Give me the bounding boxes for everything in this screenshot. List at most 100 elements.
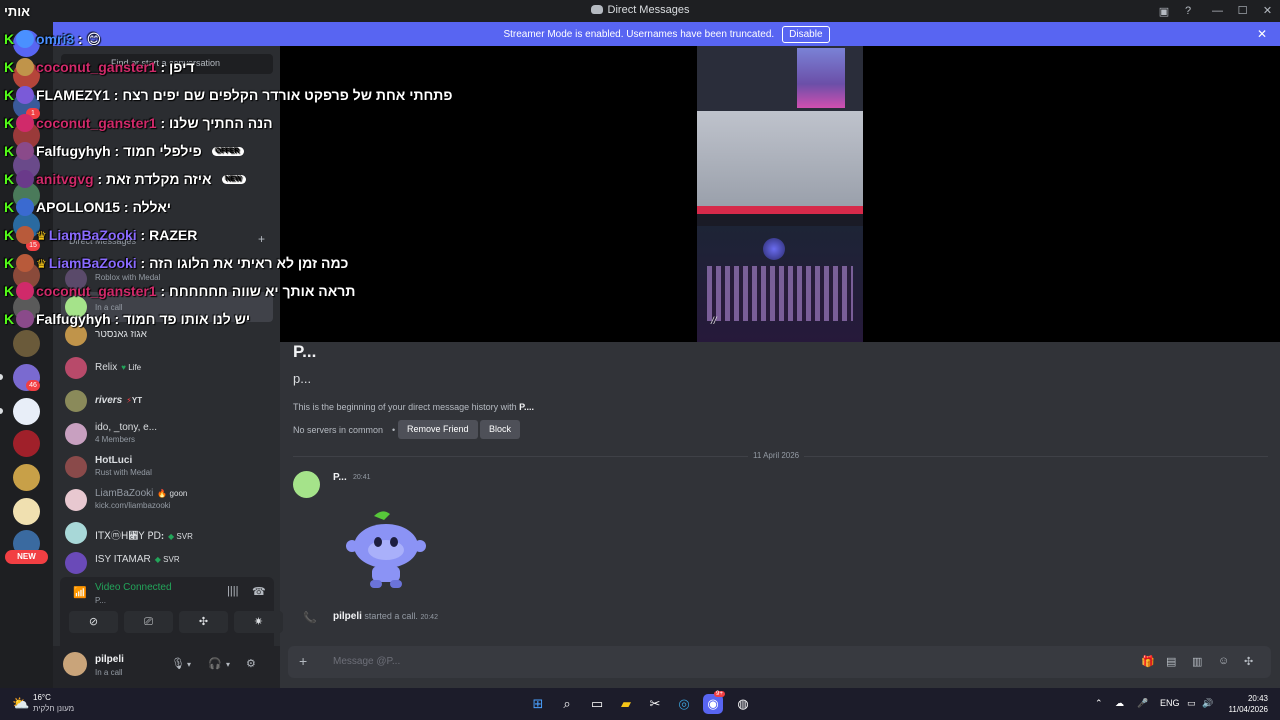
screen-share-button[interactable]: ⎚ bbox=[124, 611, 173, 633]
user-name[interactable]: pilpeli bbox=[95, 654, 124, 665]
new-servers-pill[interactable]: NEW bbox=[5, 550, 48, 564]
weather-icon[interactable]: ⛅ bbox=[12, 695, 29, 712]
dm-item[interactable]: ido, _tony, e... 4 Members bbox=[61, 419, 273, 449]
camera-off-icon: ⊘ bbox=[88, 616, 99, 628]
weather-temp[interactable]: 16°C bbox=[33, 693, 51, 702]
voice-status[interactable]: Video Connected bbox=[95, 582, 172, 593]
inbox-icon[interactable]: ▣ bbox=[1152, 5, 1176, 18]
dm-item[interactable]: ISY ITAMAR ◆ SVR bbox=[61, 548, 273, 578]
cloud-icon[interactable]: ☁ bbox=[1115, 698, 1124, 709]
sticker-icon[interactable]: ▥ bbox=[1192, 655, 1202, 668]
emoji-icon[interactable]: ☺ bbox=[1218, 655, 1229, 667]
start-icon[interactable]: ⊞ bbox=[528, 694, 548, 714]
remove-friend-button[interactable]: Remove Friend bbox=[398, 420, 478, 439]
overlay-message: : יאללה bbox=[120, 199, 172, 215]
message-author[interactable]: P... bbox=[333, 472, 347, 483]
apps-icon[interactable]: ✣ bbox=[1244, 655, 1253, 668]
soundboard-button[interactable]: ✷ bbox=[234, 611, 283, 633]
dm-sub: kick.com/liambazooki bbox=[95, 501, 171, 510]
message-input[interactable]: Message @P... bbox=[333, 656, 400, 667]
dm-name-text: LiamBaZooki bbox=[95, 488, 154, 499]
attach-plus-icon[interactable]: + bbox=[299, 653, 307, 669]
chevron-down-icon[interactable]: ▾ bbox=[187, 660, 191, 669]
help-icon[interactable]: ? bbox=[1176, 5, 1200, 17]
discord-icon[interactable]: ◉ bbox=[703, 694, 723, 714]
search-icon[interactable]: ⌕ bbox=[557, 694, 577, 714]
overlay-username: FLAMEZY1 bbox=[36, 87, 110, 103]
display-icon[interactable]: ▭ bbox=[1187, 698, 1196, 709]
user-avatar[interactable] bbox=[63, 652, 87, 676]
overlay-avatar bbox=[16, 142, 34, 160]
capcut-icon[interactable]: ✂ bbox=[645, 694, 665, 714]
clock[interactable]: 20:43 11/04/2026 bbox=[1229, 693, 1268, 715]
dm-tag-text: goon bbox=[169, 489, 188, 498]
dm-name: Relix ♥ Life bbox=[95, 362, 141, 373]
block-button[interactable]: Block bbox=[480, 420, 521, 439]
chrome-icon[interactable]: ◍ bbox=[733, 694, 753, 714]
minimize-button[interactable]: — bbox=[1205, 0, 1230, 22]
crown-icon: ♛ bbox=[36, 229, 47, 243]
overlay-username: omri3 bbox=[36, 31, 75, 47]
signal-icon[interactable]: 📶 bbox=[73, 586, 87, 599]
taskbar: ⛅ 16°C מעונן חלקית ⊞ ⌕ ▭ ▰ ✂ ◎ ◉ 9+ ◍ ⌃ … bbox=[0, 688, 1280, 720]
camera-off-button[interactable]: ⊘ bbox=[69, 611, 118, 633]
overlay-message: : הנה החתיך שלנו bbox=[156, 115, 273, 131]
call-user[interactable]: pilpeli bbox=[333, 611, 362, 622]
overlay-avatar bbox=[16, 86, 34, 104]
avatar bbox=[65, 489, 87, 511]
dm-item[interactable]: HotLuci Rust with Medal bbox=[61, 452, 273, 482]
settings-gear-icon[interactable]: ⚙ bbox=[246, 657, 256, 670]
kick-icon: K bbox=[4, 255, 15, 271]
overlay-chat-line: K FLAMEZY1 : פתחתי אחת של פרפקט אורדר הקל… bbox=[4, 86, 452, 106]
separator-dot: • bbox=[392, 425, 396, 435]
keyboard-image bbox=[707, 266, 853, 321]
gif-icon[interactable]: ▤ bbox=[1166, 655, 1176, 668]
language-indicator[interactable]: ENG bbox=[1160, 698, 1180, 708]
server-icon[interactable] bbox=[13, 464, 40, 491]
maximize-button[interactable]: ☐ bbox=[1230, 0, 1255, 22]
overlay-chat-line: Komri3 : 😊 bbox=[4, 30, 101, 50]
mic-tray-icon[interactable]: 🎤 bbox=[1137, 698, 1148, 709]
server-icon[interactable] bbox=[13, 430, 40, 457]
overlay-title: אותי bbox=[4, 4, 31, 19]
profile-handle: p... bbox=[293, 371, 312, 386]
dm-name-text: ISY ITAMAR bbox=[95, 554, 151, 565]
edge-icon[interactable]: ◎ bbox=[674, 694, 694, 714]
dm-item[interactable]: ꓲꓔꓫⓜꓧ꓈ꓬ ꓑꓓꓽ ◆ SVR bbox=[61, 518, 273, 548]
overlay-username: Falfugyhyh bbox=[36, 143, 111, 159]
dm-name: ido, _tony, e... bbox=[95, 422, 158, 433]
dm-name-text: rivers bbox=[95, 395, 123, 406]
dm-item[interactable]: LiamBaZooki 🔥 goon kick.com/liambazooki bbox=[61, 485, 273, 515]
overlay-avatar bbox=[16, 310, 34, 328]
message-avatar[interactable] bbox=[293, 471, 320, 498]
dm-tag-text: YT bbox=[131, 396, 143, 405]
close-button[interactable]: ✕ bbox=[1255, 0, 1280, 22]
eye-server-icon[interactable] bbox=[13, 398, 40, 425]
call-time: 20:42 bbox=[420, 614, 438, 621]
avatar bbox=[65, 423, 87, 445]
overlay-message: : דיפן bbox=[156, 59, 195, 75]
avatar bbox=[65, 357, 87, 379]
disable-streamer-button[interactable]: Disable bbox=[782, 25, 830, 43]
gift-icon[interactable]: 🎁 bbox=[1141, 655, 1155, 668]
task-view-icon[interactable]: ▭ bbox=[587, 694, 607, 714]
clock-time: 20:43 bbox=[1247, 694, 1268, 703]
dm-item[interactable]: rivers ⚡YT bbox=[61, 386, 273, 416]
title-icons: ▣ ? bbox=[1152, 0, 1200, 22]
overlay-badge: NEW bbox=[221, 175, 246, 184]
banner-text: Streamer Mode is enabled. Usernames have… bbox=[503, 28, 775, 40]
noise-suppression-icon[interactable]: |||| bbox=[227, 585, 238, 597]
chevron-down-icon[interactable]: ▾ bbox=[226, 660, 230, 669]
message-composer[interactable]: + Message @P... 🎁 ▤ ▥ ☺ ✣ bbox=[288, 646, 1271, 678]
banner-close-icon[interactable]: ✕ bbox=[1257, 27, 1267, 41]
server-icon[interactable] bbox=[13, 498, 40, 525]
disconnect-icon[interactable]: ☎ bbox=[252, 585, 266, 598]
dm-item[interactable]: Relix ♥ Life bbox=[61, 353, 273, 383]
file-explorer-icon[interactable]: ▰ bbox=[616, 694, 636, 714]
headphones-icon[interactable]: 🎧 bbox=[208, 657, 222, 670]
activities-button[interactable]: ✣ bbox=[179, 611, 228, 633]
tray-chevron-icon[interactable]: ⌃ bbox=[1095, 698, 1103, 709]
kick-icon: K bbox=[4, 171, 15, 187]
volume-icon[interactable]: 🔊 bbox=[1202, 698, 1213, 709]
mic-icon[interactable]: 🎙 bbox=[171, 657, 185, 670]
